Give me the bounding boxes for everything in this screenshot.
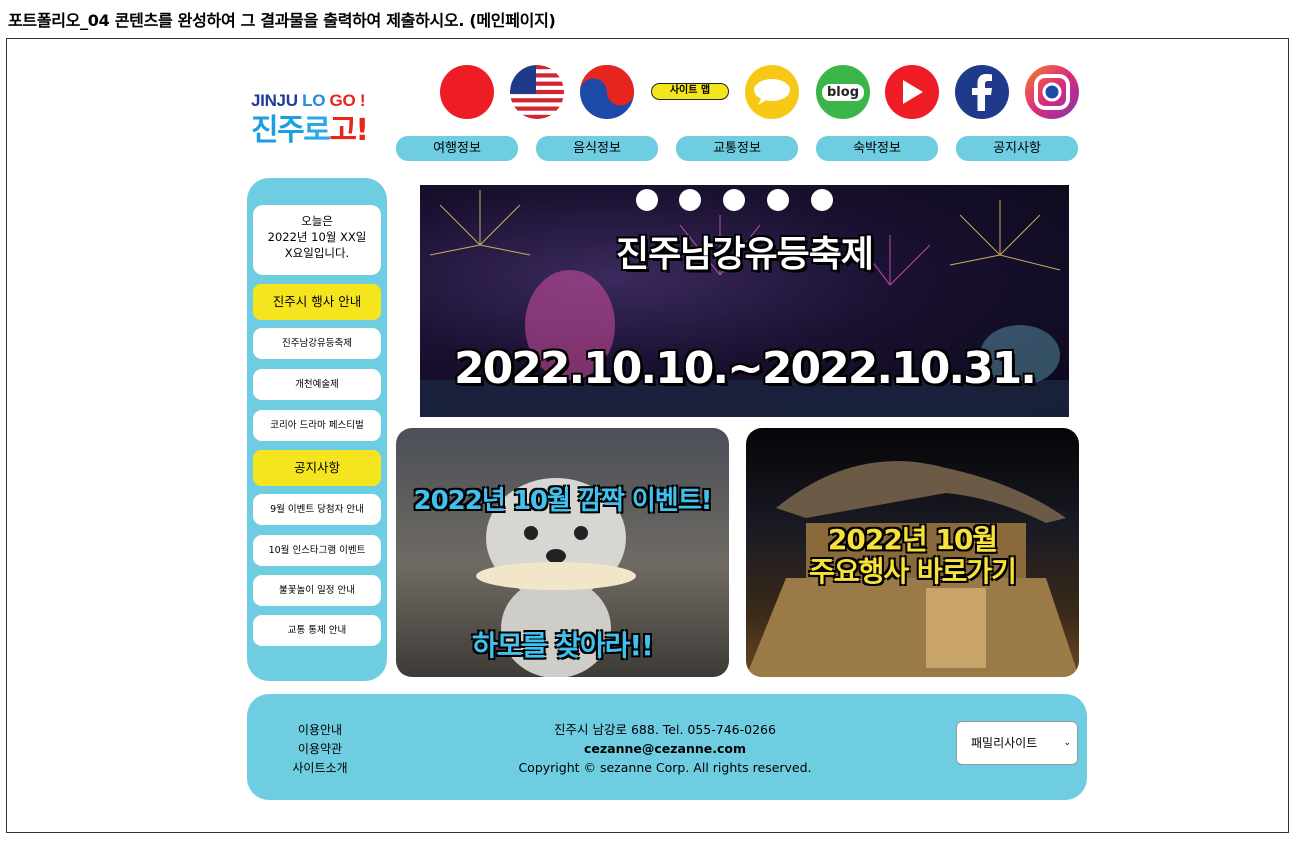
usa-flag-icon[interactable] <box>510 65 564 119</box>
logo-text-jinju-kr: 진주 <box>251 113 305 148</box>
slide-dot-1[interactable] <box>636 189 658 211</box>
chevron-down-icon: ⌄ <box>1063 738 1071 748</box>
event-card-title: 2022년 10월 깜짝 이벤트! <box>413 486 713 516</box>
family-site-select[interactable]: 패밀리사이트 ⌄ <box>956 721 1078 765</box>
blog-icon[interactable]: blog <box>816 65 870 119</box>
site-logo[interactable]: JINJU LO GO ! 진주로고! <box>251 91 381 159</box>
footer-link-about[interactable]: 사이트소개 <box>270 759 370 778</box>
notice-item[interactable]: 10월 인스타그램 이벤트 <box>253 535 381 566</box>
slide-dot-4[interactable] <box>767 189 789 211</box>
slide-dot-3[interactable] <box>723 189 745 211</box>
hero-dates: 2022.10.10.~2022.10.31. <box>454 343 1037 394</box>
nav-food[interactable]: 음식정보 <box>536 136 658 161</box>
today-line-3: X요일입니다. <box>284 246 350 260</box>
nav-transport[interactable]: 교통정보 <box>676 136 798 161</box>
footer-email: cezanne@cezanne.com <box>583 741 747 756</box>
facebook-icon[interactable] <box>955 65 1009 119</box>
sidebar: 오늘은 2022년 10월 XX일 X요일입니다. 진주시 행사 안내 진주남강… <box>247 178 387 681</box>
korea-flag-icon[interactable] <box>440 65 494 119</box>
today-line-1: 오늘은 <box>301 214 333 228</box>
nav-travel[interactable]: 여행정보 <box>396 136 518 161</box>
sitemap-button[interactable]: 사이트 맵 <box>651 83 729 100</box>
schedule-card-subtitle: 주요행사 바로가기 <box>809 555 1017 588</box>
footer-info: 진주시 남강로 688. Tel. 055-746-0266 cezanne@c… <box>490 720 840 777</box>
events-heading: 진주시 행사 안내 <box>253 284 381 320</box>
speech-bubble-icon[interactable] <box>745 65 799 119</box>
hero-banner[interactable]: 진주남강유등축제 2022.10.10.~2022.10.31. <box>420 185 1069 417</box>
taegeuk-icon[interactable] <box>580 65 634 119</box>
promo-card-event[interactable]: 2022년 10월 깜짝 이벤트! 하모를 찾아라!! <box>396 428 729 677</box>
blog-label: blog <box>822 83 864 101</box>
youtube-icon[interactable] <box>885 65 939 119</box>
today-box: 오늘은 2022년 10월 XX일 X요일입니다. <box>253 205 381 275</box>
instagram-icon[interactable] <box>1025 65 1079 119</box>
footer-links: 이용안내 이용약관 사이트소개 <box>270 721 370 778</box>
nav-lodging[interactable]: 숙박정보 <box>816 136 938 161</box>
event-item[interactable]: 진주남강유등축제 <box>253 328 381 359</box>
notice-item[interactable]: 교통 통제 안내 <box>253 615 381 646</box>
hero-title: 진주남강유등축제 <box>616 234 874 275</box>
family-site-label: 패밀리사이트 <box>971 736 1038 750</box>
slide-dot-2[interactable] <box>679 189 701 211</box>
document-title: 포트폴리오_04 콘텐츠를 완성하여 그 결과물을 출력하여 제출하시오. (메… <box>8 11 556 30</box>
logo-text-jinju: JINJU <box>251 91 303 110</box>
notice-item[interactable]: 9월 이벤트 당첨자 안내 <box>253 494 381 525</box>
promo-card-schedule[interactable]: 2022년 10월 주요행사 바로가기 <box>746 428 1079 677</box>
logo-text-lo: LO <box>302 91 330 110</box>
today-line-2: 2022년 10월 XX일 <box>267 230 367 244</box>
slide-dot-5[interactable] <box>811 189 833 211</box>
logo-text-ro-kr: 로 <box>303 113 331 148</box>
event-card-subtitle: 하모를 찾아라!! <box>472 629 654 662</box>
logo-text-go-kr: 고! <box>329 113 369 148</box>
nav-notice[interactable]: 공지사항 <box>956 136 1078 161</box>
notice-item[interactable]: 불꽃놀이 일정 안내 <box>253 575 381 606</box>
event-item[interactable]: 코리아 드라마 페스티벌 <box>253 410 381 441</box>
footer-link-terms[interactable]: 이용약관 <box>270 740 370 759</box>
footer-copyright: Copyright © sezanne Corp. All rights res… <box>518 760 812 775</box>
event-item[interactable]: 개천예술제 <box>253 369 381 400</box>
footer-address: 진주시 남강로 688. Tel. 055-746-0266 <box>554 722 776 737</box>
footer-link-guide[interactable]: 이용안내 <box>270 721 370 740</box>
logo-text-go: GO ! <box>329 91 366 110</box>
notice-heading: 공지사항 <box>253 450 381 486</box>
